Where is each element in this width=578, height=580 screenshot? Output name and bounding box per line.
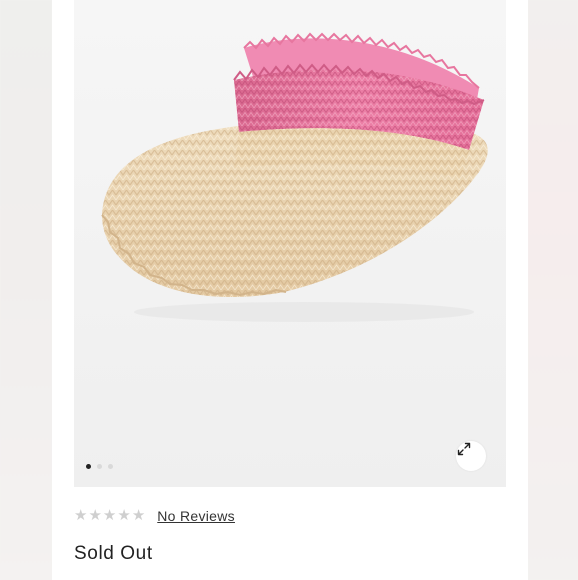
- straw-visor-image: [74, 0, 506, 487]
- availability-status: Sold Out: [74, 543, 153, 564]
- right-backdrop: [528, 0, 578, 580]
- reviews-link[interactable]: No Reviews: [157, 508, 235, 524]
- star-icon: ★: [102, 507, 117, 524]
- gallery-dot-1[interactable]: [86, 464, 91, 469]
- gallery-dot-2[interactable]: [97, 464, 102, 469]
- product-image-gallery[interactable]: [74, 0, 506, 487]
- expand-icon: [457, 442, 471, 456]
- star-icon: ★: [131, 507, 146, 524]
- gallery-pagination: [86, 464, 113, 469]
- rating-row: ★ ★ ★ ★ ★ No Reviews: [74, 507, 235, 525]
- star-icon: ★: [74, 507, 88, 524]
- star-icon: ★: [88, 507, 102, 524]
- star-icon: ★: [117, 507, 131, 524]
- star-rating: ★ ★ ★ ★ ★: [74, 507, 145, 525]
- left-backdrop: [0, 0, 52, 580]
- product-card: ★ ★ ★ ★ ★ No Reviews Sold Out: [52, 0, 528, 580]
- gallery-dot-3[interactable]: [108, 464, 113, 469]
- expand-image-button[interactable]: [456, 441, 486, 471]
